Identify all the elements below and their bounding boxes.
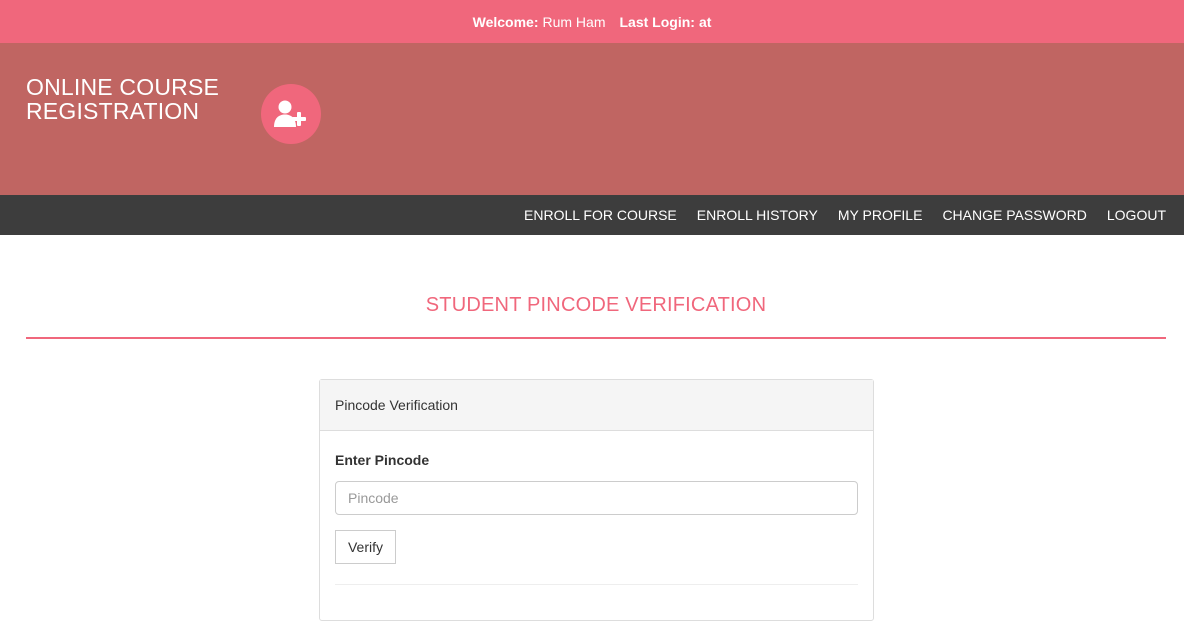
nav-enroll-history[interactable]: ENROLL HISTORY [697, 207, 818, 223]
site-header: ONLINE COURSE REGISTRATION [0, 43, 1184, 195]
nav-logout[interactable]: LOGOUT [1107, 207, 1166, 223]
panel-heading: Pincode Verification [320, 380, 873, 431]
verify-button[interactable]: Verify [335, 530, 396, 564]
welcome-name: Rum Ham [542, 13, 606, 30]
title-divider [26, 337, 1166, 339]
nav-change-password[interactable]: CHANGE PASSWORD [942, 207, 1086, 223]
user-plus-icon [274, 100, 306, 127]
last-login-value: at [698, 13, 712, 30]
top-welcome-bar: Welcome: Rum Ham Last Login: at [0, 0, 1184, 43]
brand-line-2: REGISTRATION [26, 98, 200, 124]
nav-my-profile[interactable]: MY PROFILE [838, 207, 923, 223]
site-brand[interactable]: ONLINE COURSE REGISTRATION [26, 75, 219, 123]
last-login-label: Last Login: [619, 13, 695, 30]
brand-line-1: ONLINE COURSE [26, 74, 220, 100]
pincode-input[interactable] [335, 481, 858, 515]
main-nav: ENROLL FOR COURSE ENROLL HISTORY MY PROF… [0, 195, 1184, 235]
panel-divider [335, 584, 858, 585]
pincode-panel: Pincode Verification Enter Pincode Verif… [319, 379, 874, 621]
page-title: STUDENT PINCODE VERIFICATION [425, 294, 767, 316]
pincode-label: Enter Pincode [335, 452, 430, 468]
logo-badge [261, 84, 321, 144]
nav-enroll-for-course[interactable]: ENROLL FOR COURSE [524, 207, 677, 223]
welcome-label: Welcome: [472, 13, 539, 30]
